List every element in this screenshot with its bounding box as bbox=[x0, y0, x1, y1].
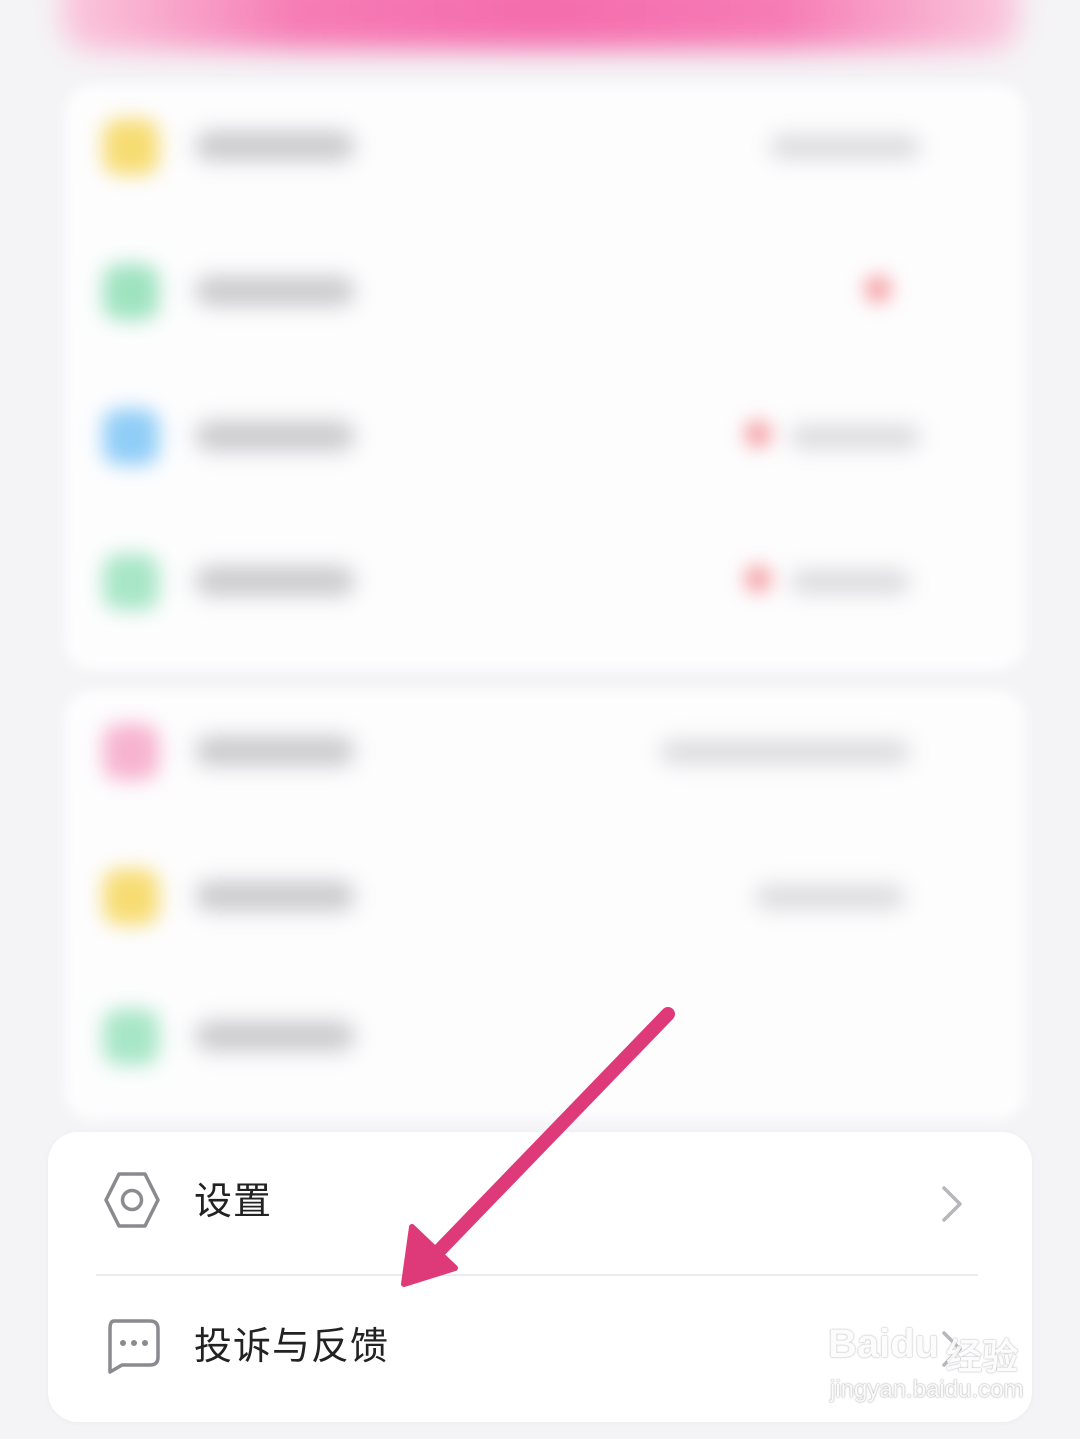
blurred-badge bbox=[745, 566, 771, 592]
settings-label: 设置 bbox=[194, 1179, 273, 1223]
blurred-row bbox=[65, 855, 1025, 935]
blurred-row bbox=[65, 710, 1025, 790]
menu-card: 设置 投诉与反馈 bbox=[48, 1132, 1032, 1422]
blurred-value bbox=[660, 740, 910, 764]
blurred-label bbox=[195, 131, 355, 161]
chevron-right-icon bbox=[942, 1331, 962, 1367]
blurred-value bbox=[790, 425, 920, 449]
blurred-icon bbox=[103, 869, 159, 925]
blurred-icon bbox=[103, 264, 159, 320]
blurred-row bbox=[65, 395, 1025, 475]
blurred-row bbox=[65, 250, 1025, 330]
blurred-value bbox=[790, 570, 910, 594]
chevron-right-icon bbox=[942, 1186, 962, 1222]
blurred-row bbox=[65, 540, 1025, 620]
top-banner-blurred bbox=[60, 0, 1020, 50]
blurred-badge bbox=[745, 421, 771, 447]
blurred-icon bbox=[103, 554, 159, 610]
blurred-icon bbox=[103, 724, 159, 780]
blurred-label bbox=[195, 566, 355, 596]
blurred-row bbox=[65, 995, 1025, 1075]
settings-hexagon-icon bbox=[104, 1172, 160, 1228]
feedback-menu-item[interactable]: 投诉与反馈 bbox=[48, 1277, 1032, 1417]
blurred-badge bbox=[865, 276, 891, 302]
blurred-label bbox=[195, 736, 355, 766]
blurred-menu-card-2 bbox=[65, 690, 1025, 1120]
blurred-label bbox=[195, 1021, 355, 1051]
blurred-label bbox=[195, 421, 355, 451]
blurred-icon bbox=[103, 409, 159, 465]
blurred-value bbox=[755, 885, 905, 909]
settings-menu-item[interactable]: 设置 bbox=[48, 1132, 1032, 1276]
chat-bubble-icon bbox=[108, 1319, 160, 1374]
blurred-icon bbox=[103, 119, 159, 175]
blurred-icon bbox=[103, 1009, 159, 1065]
blurred-label bbox=[195, 276, 355, 306]
blurred-value bbox=[770, 135, 920, 159]
divider bbox=[96, 1274, 978, 1276]
feedback-label: 投诉与反馈 bbox=[194, 1324, 390, 1368]
blurred-label bbox=[195, 881, 355, 911]
blurred-menu-card-1 bbox=[65, 85, 1025, 670]
blurred-row bbox=[65, 105, 1025, 185]
